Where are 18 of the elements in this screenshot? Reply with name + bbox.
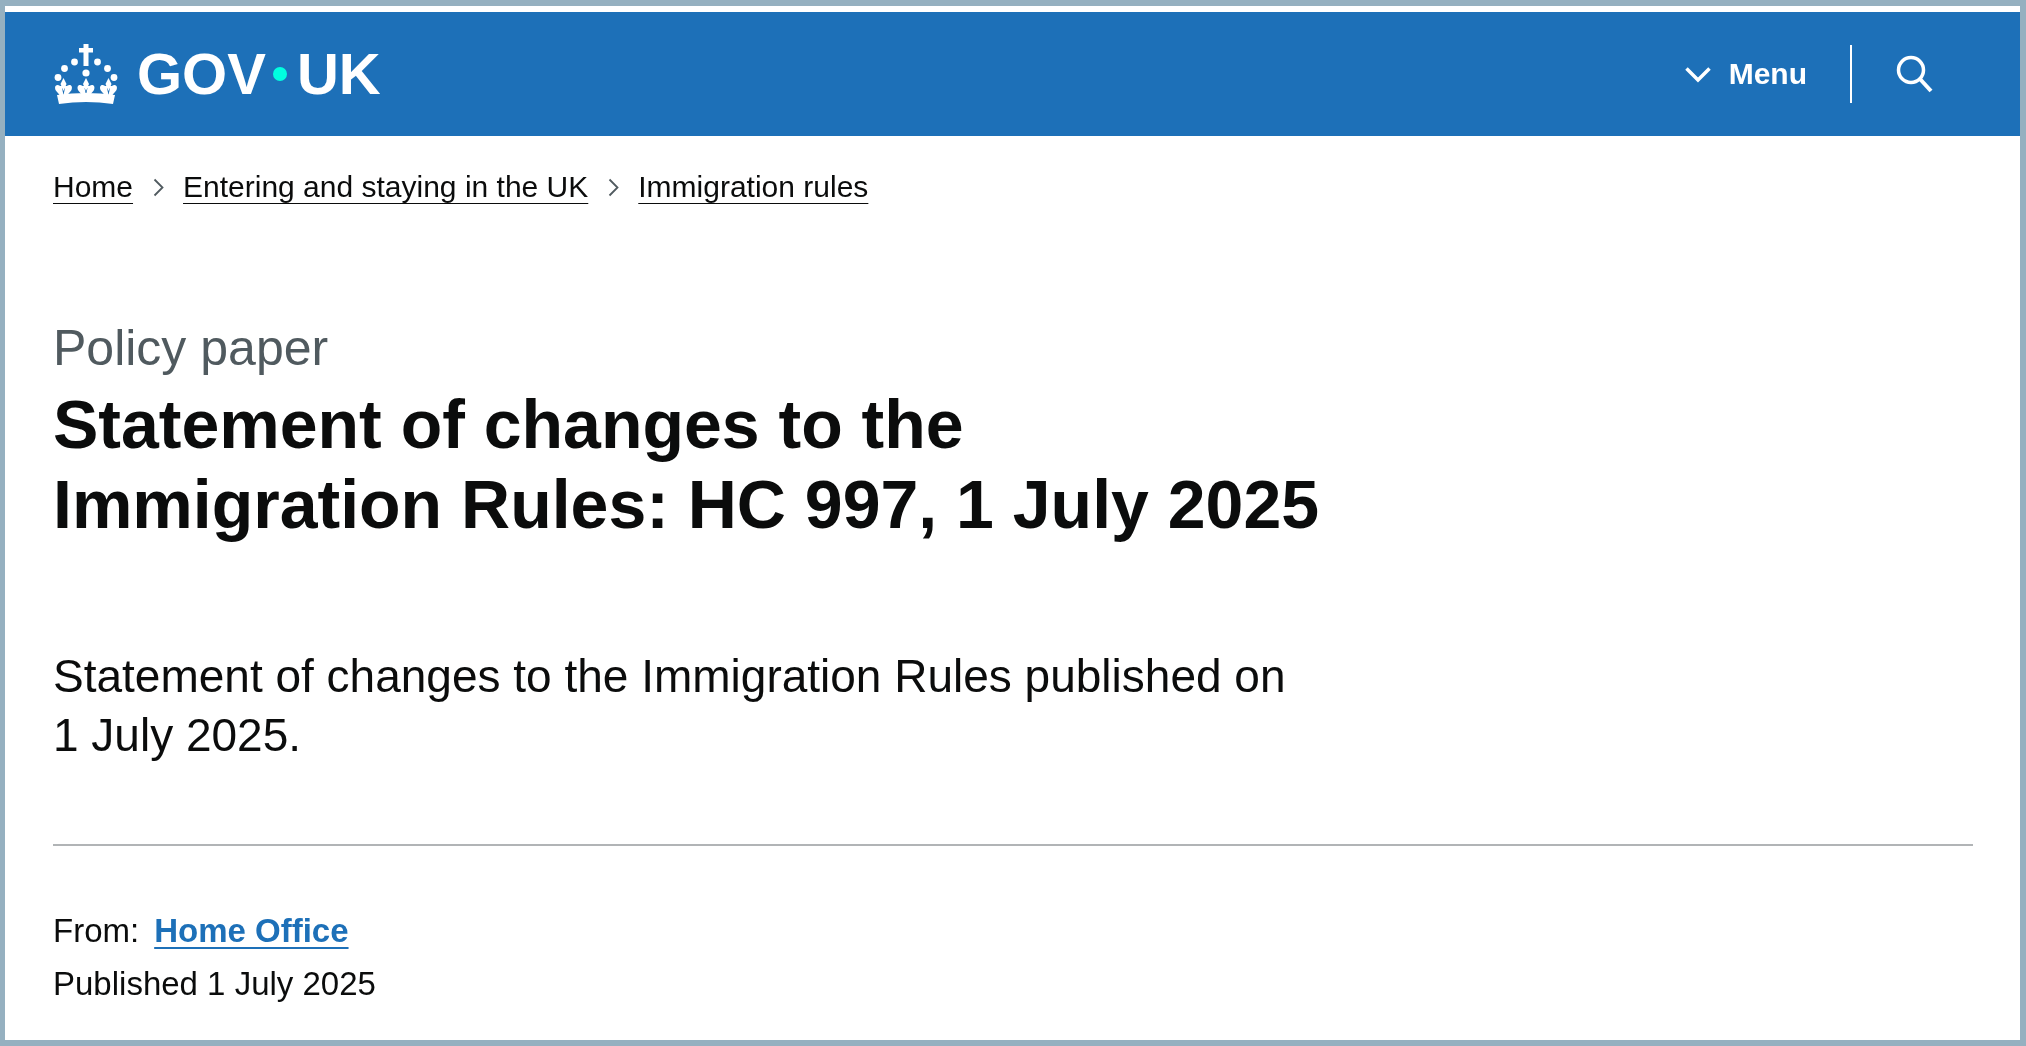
search-button[interactable]: [1896, 55, 1933, 93]
search-icon: [1896, 55, 1933, 93]
from-label: From:: [53, 911, 140, 951]
summary-text: Statement of changes to the Immigration Rules published on 1 July 2025.: [53, 649, 1287, 763]
chevron-right-icon: [153, 177, 165, 197]
logo-text[interactable]: GOV: [137, 45, 266, 103]
menu-button[interactable]: Menu: [1683, 59, 1807, 89]
page-title: Statement of changes to the Immigration Rules: HC 997, 1 July 2025: [53, 385, 1321, 544]
breadcrumb-link[interactable]: Home: [53, 169, 134, 205]
dot-icon[interactable]: [272, 67, 287, 81]
document-type: Policy paper: [53, 319, 330, 378]
breadcrumb-link[interactable]: Immigration rules: [638, 169, 869, 205]
breadcrumb-link[interactable]: Entering and staying in the UK: [183, 169, 589, 205]
logo-text[interactable]: UK: [296, 45, 381, 103]
crown-icon[interactable]: [54, 44, 118, 104]
published-date: Published 1 July 2025: [53, 964, 376, 1004]
organisation-link[interactable]: Home Office: [154, 911, 349, 951]
chevron-right-icon: [608, 177, 620, 197]
